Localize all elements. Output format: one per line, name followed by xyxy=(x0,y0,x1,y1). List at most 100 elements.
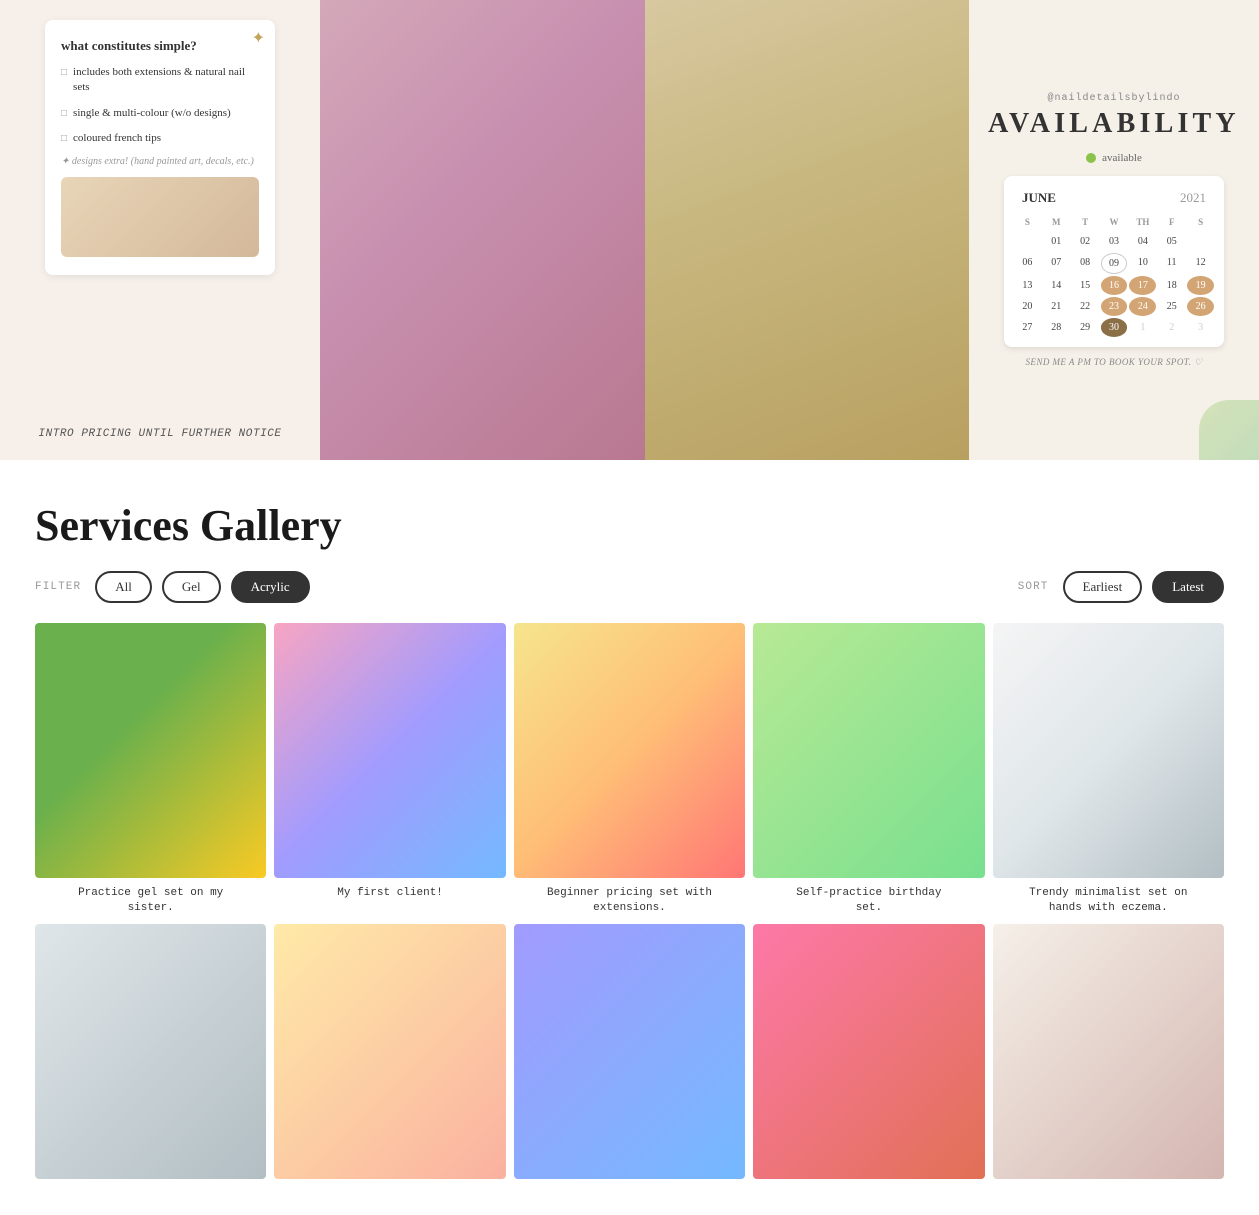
services-gallery-section: Services Gallery FILTER All Gel Acrylic … xyxy=(0,460,1259,1215)
cal-day-17: 17 xyxy=(1129,276,1156,295)
filter-acrylic-button[interactable]: Acrylic xyxy=(231,571,310,603)
gallery-img-7[interactable] xyxy=(274,924,505,1179)
cal-day-22: 22 xyxy=(1072,297,1099,316)
filter-label: FILTER xyxy=(35,581,81,593)
intro-card-image xyxy=(61,177,259,257)
gallery-img-block-4 xyxy=(753,623,984,878)
pink-nails-image xyxy=(320,0,645,460)
cal-day-09: 09 xyxy=(1101,253,1128,274)
gallery-item-7 xyxy=(274,924,505,1187)
cal-day-03: 03 xyxy=(1101,232,1128,251)
sparkle-icon: ✦ xyxy=(252,28,265,48)
cal-day-18: 18 xyxy=(1158,276,1185,295)
services-gallery-title: Services Gallery xyxy=(35,500,1224,551)
cal-day-21: 21 xyxy=(1043,297,1070,316)
cal-day-empty xyxy=(1014,232,1041,251)
cal-day-05: 05 xyxy=(1158,232,1185,251)
cal-day-10: 10 xyxy=(1129,253,1156,274)
intro-item-1: includes both extensions & natural nail … xyxy=(61,65,259,96)
cal-header-m: M xyxy=(1043,214,1070,230)
availability-footer: SEND ME A PM TO BOOK YOUR SPOT. ♡ xyxy=(1025,357,1202,368)
cal-day-07: 07 xyxy=(1043,253,1070,274)
filter-all-button[interactable]: All xyxy=(95,571,152,603)
cal-day-20: 20 xyxy=(1014,297,1041,316)
sort-earliest-button[interactable]: Earliest xyxy=(1063,571,1143,603)
availability-status: available xyxy=(1086,152,1142,164)
availability-title: AVAILABILITY xyxy=(988,108,1240,140)
gallery-img-block-3 xyxy=(514,623,745,878)
cal-header-t: T xyxy=(1072,214,1099,230)
sort-group: SORT Earliest Latest xyxy=(1018,571,1224,603)
cal-day-11: 11 xyxy=(1158,253,1185,274)
sort-latest-button[interactable]: Latest xyxy=(1152,571,1224,603)
gallery-img-3[interactable] xyxy=(514,623,745,878)
intro-card-list: includes both extensions & natural nail … xyxy=(61,65,259,147)
cal-day-empty2 xyxy=(1187,232,1214,251)
intro-card-title: what constitutes simple? xyxy=(61,38,259,55)
yellow-nails-image xyxy=(645,0,970,460)
available-dot-icon xyxy=(1086,153,1096,163)
availability-calendar: JUNE 2021 S M T W TH F S 01 02 03 04 05 xyxy=(1004,176,1224,347)
availability-card: @naildetailsbylindo AVAILABILITY availab… xyxy=(969,0,1259,460)
cal-header-s2: S xyxy=(1187,214,1214,230)
intro-pricing-card: ✦ what constitutes simple? includes both… xyxy=(0,0,320,460)
gallery-img-4[interactable] xyxy=(753,623,984,878)
cal-day-15: 15 xyxy=(1072,276,1099,295)
intro-card-note: ✦ designs extra! (hand painted art, deca… xyxy=(61,156,259,167)
cal-day-19: 19 xyxy=(1187,276,1214,295)
gallery-img-block-9 xyxy=(753,924,984,1179)
gallery-img-9[interactable] xyxy=(753,924,984,1179)
available-label: available xyxy=(1102,152,1142,164)
cal-day-29: 29 xyxy=(1072,318,1099,337)
cal-day-12: 12 xyxy=(1187,253,1214,274)
gallery-img-block-1 xyxy=(35,623,266,878)
gallery-img-2[interactable] xyxy=(274,623,505,878)
gallery-caption-2: My first client! xyxy=(337,886,443,901)
gallery-item-6 xyxy=(35,924,266,1187)
filter-gel-button[interactable]: Gel xyxy=(162,571,221,603)
intro-pricing-label: INTRO PRICING UNTIL FURTHER NOTICE xyxy=(38,428,281,440)
top-image-grid: ✦ what constitutes simple? includes both… xyxy=(0,0,1259,460)
cal-header-f: F xyxy=(1158,214,1185,230)
filter-group: FILTER All Gel Acrylic xyxy=(35,571,310,603)
gallery-caption-5: Trendy minimalist set on hands with ecze… xyxy=(1023,886,1193,917)
cal-day-28: 28 xyxy=(1043,318,1070,337)
gallery-img-block-7 xyxy=(274,924,505,1179)
intro-card-inner: ✦ what constitutes simple? includes both… xyxy=(45,20,275,275)
cal-day-26: 26 xyxy=(1187,297,1214,316)
gallery-item-9 xyxy=(753,924,984,1187)
gallery-item-2: My first client! xyxy=(274,623,505,916)
cal-header-w: W xyxy=(1101,214,1128,230)
availability-handle: @naildetailsbylindo xyxy=(1047,93,1180,104)
gallery-img-6[interactable] xyxy=(35,924,266,1179)
gallery-img-10[interactable] xyxy=(993,924,1224,1179)
cal-day-01: 01 xyxy=(1043,232,1070,251)
cal-day-08: 08 xyxy=(1072,253,1099,274)
cal-day-30: 30 xyxy=(1101,318,1128,337)
gallery-row-2 xyxy=(35,924,1224,1187)
cal-header-s: S xyxy=(1014,214,1041,230)
cal-day-23: 23 xyxy=(1101,297,1128,316)
intro-item-2: single & multi-colour (w/o designs) xyxy=(61,106,259,121)
gallery-caption-4: Self-practice birthday set. xyxy=(784,886,954,917)
gallery-img-block-5 xyxy=(993,623,1224,878)
gallery-caption-1: Practice gel set on my sister. xyxy=(66,886,236,917)
gallery-row-1: Practice gel set on my sister. My first … xyxy=(35,623,1224,916)
cal-day-04: 04 xyxy=(1129,232,1156,251)
cal-day-m3: 3 xyxy=(1187,318,1214,337)
cal-day-02: 02 xyxy=(1072,232,1099,251)
cal-day-16: 16 xyxy=(1101,276,1128,295)
cal-day-14: 14 xyxy=(1043,276,1070,295)
cal-day-27: 27 xyxy=(1014,318,1041,337)
leaf-decoration xyxy=(1199,400,1259,460)
gallery-caption-3: Beginner pricing set with extensions. xyxy=(544,886,714,917)
calendar-grid: S M T W TH F S 01 02 03 04 05 06 07 08 0… xyxy=(1014,214,1214,337)
cal-day-m1: 1 xyxy=(1129,318,1156,337)
gallery-img-5[interactable] xyxy=(993,623,1224,878)
cal-day-24: 24 xyxy=(1129,297,1156,316)
cal-day-13: 13 xyxy=(1014,276,1041,295)
cal-day-m2: 2 xyxy=(1158,318,1185,337)
gallery-img-1[interactable] xyxy=(35,623,266,878)
gallery-img-block-10 xyxy=(993,924,1224,1179)
gallery-img-8[interactable] xyxy=(514,924,745,1179)
